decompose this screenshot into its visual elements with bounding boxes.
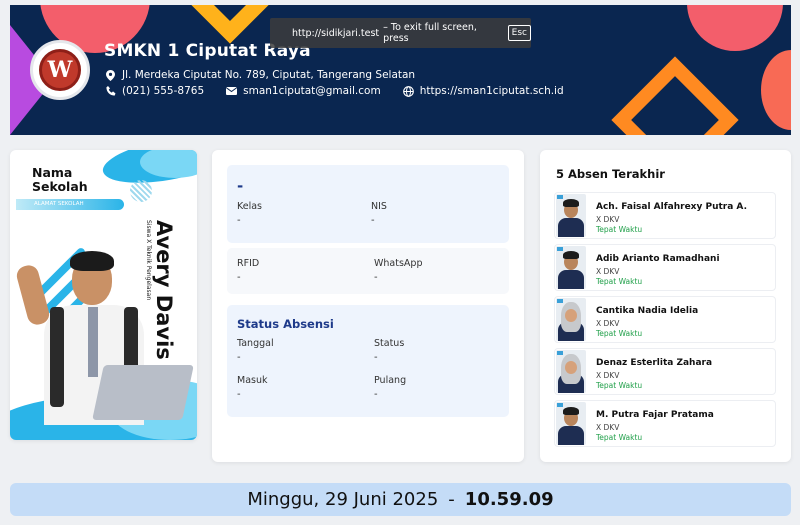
list-item: Adib Arianto Ramadhani X DKV Tepat Waktu	[554, 244, 776, 291]
address-text: Jl. Merdeka Ciputat No. 789, Ciputat, Ta…	[122, 69, 416, 81]
attendee-class: X DKV	[596, 267, 620, 276]
attendee-class: X DKV	[596, 371, 620, 380]
student-contact-panel: RFID - WhatsApp -	[227, 248, 509, 294]
email-text: sman1ciputat@gmail.com	[243, 85, 381, 97]
status-label: Status	[374, 338, 405, 349]
attendee-status: Tepat Waktu	[596, 329, 643, 338]
current-date: Minggu, 29 Juni 2025	[247, 489, 439, 510]
decor-blob	[761, 50, 791, 130]
attendee-name: Cantika Nadia Idelia	[596, 306, 699, 316]
rfid-label: RFID	[237, 258, 260, 269]
student-id-card: Nama Sekolah ALAMAT SEKOLAH Avery Davis …	[10, 150, 197, 440]
nis-label: NIS	[371, 201, 387, 212]
pulang-label: Pulang	[374, 375, 407, 386]
attendance-status-panel: Status Absensi Tanggal - Status - Masuk …	[227, 305, 509, 417]
attendee-name: Denaz Esterlita Zahara	[596, 358, 713, 368]
status-value: -	[374, 352, 378, 363]
fullscreen-hint: – To exit full screen, press	[383, 22, 477, 44]
recent-attendance-card: 5 Absen Terakhir Ach. Faisal Alfahrexy P…	[540, 150, 791, 462]
avatar	[556, 246, 586, 289]
list-item: Ach. Faisal Alfahrexy Putra A. X DKV Tep…	[554, 192, 776, 239]
avatar	[556, 194, 586, 237]
attendee-name: Ach. Faisal Alfahrexy Putra A.	[596, 202, 747, 212]
recent-title: 5 Absen Terakhir	[556, 167, 665, 181]
decor-diamond	[611, 56, 739, 135]
attendee-status: Tepat Waktu	[596, 225, 643, 234]
fullscreen-url: http://sidikjari.test	[292, 27, 380, 39]
envelope-icon	[226, 86, 238, 97]
attendee-class: X DKV	[596, 319, 620, 328]
date-time-bar: Minggu, 29 Juni 2025 - 10.59.09	[10, 483, 791, 516]
id-card-address: ALAMAT SEKOLAH	[16, 199, 124, 210]
kelas-value: -	[237, 215, 241, 226]
attendee-name: Adib Arianto Ramadhani	[596, 254, 720, 264]
tanggal-label: Tanggal	[237, 338, 274, 349]
student-name: -	[237, 177, 244, 195]
phone-text: (021) 555-8765	[122, 85, 205, 97]
status-title: Status Absensi	[237, 317, 334, 331]
kelas-label: Kelas	[237, 201, 263, 212]
list-item: M. Putra Fajar Pratama X DKV Tepat Waktu	[554, 400, 776, 447]
masuk-label: Masuk	[237, 375, 268, 386]
attendee-name: M. Putra Fajar Pratama	[596, 410, 714, 420]
attendee-status: Tepat Waktu	[596, 277, 643, 286]
logo-mark: W	[39, 49, 81, 91]
fullscreen-notice: http://sidikjari.test – To exit full scr…	[270, 18, 531, 48]
attendee-class: X DKV	[596, 423, 620, 432]
attendee-status: Tepat Waktu	[596, 433, 643, 442]
current-time: 10.59.09	[464, 489, 554, 510]
avatar	[556, 402, 586, 445]
rfid-value: -	[237, 272, 241, 283]
whatsapp-value: -	[374, 272, 378, 283]
attendee-class: X DKV	[596, 215, 620, 224]
map-pin-icon	[105, 69, 116, 81]
school-contacts: (021) 555-8765 sman1ciputat@gmail.com ht…	[105, 85, 564, 97]
globe-icon	[402, 85, 414, 97]
avatar	[556, 350, 586, 393]
id-card-title: Nama Sekolah	[32, 165, 88, 194]
student-info-card: - Kelas - NIS - RFID - WhatsApp - Status…	[212, 150, 524, 462]
list-item: Cantika Nadia Idelia X DKV Tepat Waktu	[554, 296, 776, 343]
list-item: Denaz Esterlita Zahara X DKV Tepat Waktu	[554, 348, 776, 395]
pulang-value: -	[374, 389, 378, 400]
esc-key: Esc	[507, 25, 531, 41]
whatsapp-label: WhatsApp	[374, 258, 423, 269]
decor-circle	[687, 5, 783, 51]
id-card-student-sub: Siswa X Teknik Pengelasan	[145, 220, 152, 301]
attendee-status: Tepat Waktu	[596, 381, 643, 390]
masuk-value: -	[237, 389, 241, 400]
school-address: Jl. Merdeka Ciputat No. 789, Ciputat, Ta…	[105, 69, 415, 81]
date-time-separator: -	[448, 489, 455, 510]
tanggal-value: -	[237, 352, 241, 363]
nis-value: -	[371, 215, 375, 226]
website-text: https://sman1ciputat.sch.id	[419, 85, 564, 97]
school-logo: W	[30, 40, 90, 100]
student-identity-panel: - Kelas - NIS -	[227, 165, 509, 243]
phone-icon	[105, 86, 116, 97]
avatar	[556, 298, 586, 341]
